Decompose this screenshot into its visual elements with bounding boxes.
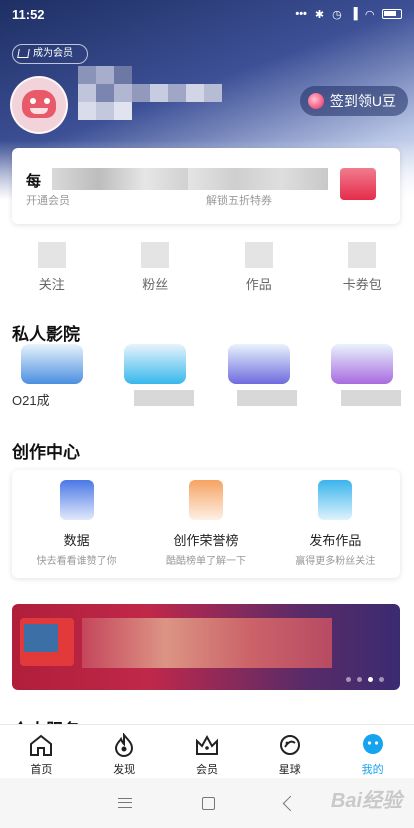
stat-value-blurred	[141, 242, 170, 268]
tab-label: 星球	[278, 764, 301, 776]
tab-discover[interactable]: 发现	[83, 725, 166, 778]
publish-icon	[318, 480, 353, 520]
banner-dot[interactable]	[368, 677, 373, 682]
stat-label: 卡券包	[342, 277, 382, 292]
tab-vip[interactable]: 会员	[166, 725, 249, 778]
stat-label: 作品	[245, 277, 272, 292]
tab-label: 我的	[361, 764, 384, 776]
crown-icon	[17, 49, 30, 58]
banner-pagination	[346, 677, 384, 682]
vip-promo-card[interactable]: 每 开通会员 解锁五折特券	[12, 148, 400, 224]
status-time: 11:52	[12, 6, 45, 22]
tab-profile[interactable]: 我的	[331, 725, 414, 778]
tab-label: 发现	[113, 764, 136, 776]
avatar-eye	[30, 98, 36, 104]
cinema-icon	[331, 344, 394, 384]
status-bar: 11:52 ••• ✱ ◷ ▐ ◠	[0, 0, 414, 28]
cinema-icon	[124, 344, 187, 384]
coupon-icon	[340, 168, 376, 200]
bluetooth-icon: ✱	[314, 8, 325, 21]
stats-row: 关注 粉丝 作品 卡券包	[0, 236, 414, 298]
banner-dot[interactable]	[379, 677, 384, 682]
tab-planet[interactable]: 星球	[248, 725, 331, 778]
private-cinema-row: O21成	[0, 342, 414, 412]
stat-label: 粉丝	[142, 277, 169, 292]
stat-value-blurred	[348, 242, 377, 268]
stat-works[interactable]: 作品	[207, 236, 311, 298]
home-icon	[30, 734, 53, 756]
vip-card-subtitle-left: 开通会员	[26, 195, 70, 207]
cinema-label-blurred	[133, 390, 194, 406]
avatar[interactable]	[10, 76, 68, 134]
battery-icon	[382, 9, 402, 19]
creator-item-title: 数据	[63, 533, 90, 548]
username-blurred	[78, 66, 228, 130]
avatar-eye	[44, 98, 50, 104]
stat-label: 关注	[38, 277, 65, 292]
promo-banner[interactable]	[12, 604, 400, 690]
cinema-label-blurred	[237, 390, 297, 406]
speaker-screen	[24, 624, 58, 652]
banner-text-blurred	[82, 618, 332, 668]
profile-icon	[362, 734, 383, 754]
dots-icon: •••	[295, 8, 307, 20]
pie-chart-icon	[59, 480, 94, 520]
creator-center-card: 数据 快去看看谁赞了你 创作荣誉榜 酷酷榜单了解一下 发布作品 赢得更多粉丝关注	[12, 470, 400, 578]
creator-item-title: 创作荣誉榜	[173, 533, 239, 548]
stat-value-blurred	[244, 242, 273, 268]
stat-coupons[interactable]: 卡券包	[311, 236, 414, 298]
banner-dot[interactable]	[346, 677, 351, 682]
trophy-icon	[188, 480, 223, 520]
discover-icon	[115, 733, 134, 757]
bottom-tab-bar: 首页 发现 会员 星球 我的	[0, 724, 414, 778]
crown-icon	[195, 734, 218, 755]
watermark: Bai经验	[330, 790, 402, 812]
cinema-label-blurred	[340, 390, 401, 406]
cinema-item[interactable]: O21成	[0, 342, 104, 412]
alarm-icon: ◷	[332, 8, 342, 21]
vip-badge-label: 成为会员	[33, 48, 73, 59]
stat-fans[interactable]: 粉丝	[104, 236, 208, 298]
checkin-label: 签到领U豆	[329, 93, 396, 109]
u-bean-icon	[307, 93, 324, 109]
vip-badge[interactable]: 成为会员	[12, 44, 88, 64]
wifi-icon: ◠	[365, 8, 374, 21]
creator-item-publish[interactable]: 发布作品 赢得更多粉丝关注	[271, 470, 400, 578]
creator-item-data[interactable]: 数据 快去看看谁赞了你	[12, 470, 141, 578]
back-icon[interactable]	[282, 795, 299, 811]
tab-label: 会员	[195, 764, 218, 776]
status-icons: ••• ✱ ◷ ▐ ◠	[295, 8, 402, 21]
vip-card-offer-blurred	[188, 168, 328, 190]
cinema-item[interactable]	[104, 342, 208, 412]
creator-center-title: 创作中心	[12, 443, 80, 462]
cinema-label: O21成	[12, 393, 50, 408]
checkin-button[interactable]: 签到领U豆	[299, 86, 408, 116]
vip-card-title: 每	[26, 173, 42, 190]
planet-icon	[279, 735, 300, 755]
menu-icon[interactable]	[118, 798, 132, 808]
cinema-item[interactable]	[311, 342, 414, 412]
vip-card-title-blurred	[52, 168, 192, 190]
stat-following[interactable]: 关注	[0, 236, 104, 298]
creator-item-subtitle: 赢得更多粉丝关注	[295, 556, 376, 567]
stat-value-blurred	[37, 242, 66, 268]
tab-home[interactable]: 首页	[0, 725, 83, 778]
creator-item-title: 发布作品	[309, 533, 362, 548]
creator-item-subtitle: 快去看看谁赞了你	[36, 556, 117, 567]
tab-label: 首页	[30, 764, 53, 776]
home-square-icon[interactable]	[202, 796, 215, 810]
cinema-icon	[20, 344, 83, 384]
banner-dot[interactable]	[357, 677, 362, 682]
cinema-item[interactable]	[207, 342, 311, 412]
creator-item-subtitle: 酷酷榜单了解一下	[165, 556, 246, 567]
signal-icon: ▐	[349, 8, 358, 20]
cinema-icon	[227, 344, 290, 384]
creator-item-honor[interactable]: 创作荣誉榜 酷酷榜单了解一下	[141, 470, 270, 578]
vip-card-subtitle-right: 解锁五折特券	[206, 195, 272, 207]
